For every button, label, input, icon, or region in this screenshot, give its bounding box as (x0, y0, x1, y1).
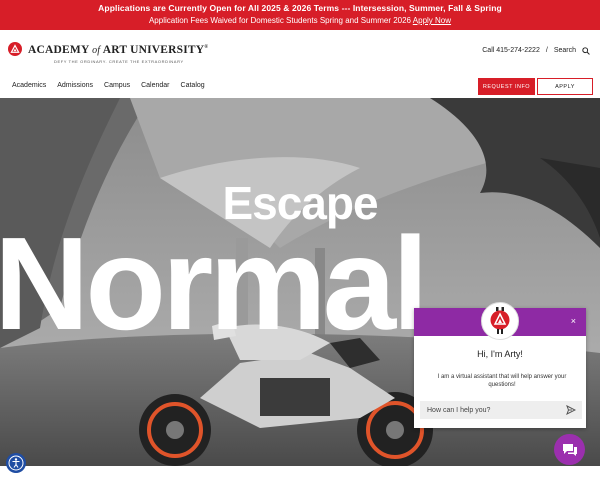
chat-message: I am a virtual assistant that will help … (437, 374, 567, 388)
logo[interactable]: ACADEMY of ART UNIVERSITY® DEFY THE ORDI… (8, 41, 208, 64)
accessibility-button[interactable] (6, 453, 26, 473)
announcement-subline: Application Fees Waived for Domestic Stu… (0, 16, 600, 25)
announcement-subline-text: Application Fees Waived for Domestic Stu… (148, 16, 412, 25)
phone-link[interactable]: Call 415-274-2222 (482, 47, 540, 57)
nav-admissions[interactable]: Admissions (57, 82, 93, 89)
send-icon[interactable] (566, 404, 577, 417)
request-info-button[interactable]: REQUEST INFO (478, 78, 535, 95)
site-header: ACADEMY of ART UNIVERSITY® DEFY THE ORDI… (0, 30, 600, 76)
chat-input[interactable]: How can I help you? (420, 401, 582, 419)
chat-input-placeholder: How can I help you? (427, 406, 491, 414)
chat-avatar (481, 302, 519, 340)
nav-academics[interactable]: Academics (12, 82, 46, 89)
logo-wordmark: ACADEMY of ART UNIVERSITY® (28, 43, 209, 56)
search-icon[interactable] (582, 47, 590, 57)
nav-calendar[interactable]: Calendar (141, 82, 169, 89)
logo-tagline: DEFY THE ORDINARY. CREATE THE EXTRAORDIN… (54, 58, 184, 64)
search-link[interactable]: Search (554, 47, 576, 57)
nav-campus[interactable]: Campus (104, 82, 130, 89)
apply-now-link[interactable]: Apply Now (413, 16, 451, 25)
nav-catalog[interactable]: Catalog (181, 82, 205, 89)
accessibility-icon (8, 455, 24, 471)
chat-launcher-button[interactable] (554, 434, 585, 465)
main-nav: Academics Admissions Campus Calendar Cat… (0, 76, 600, 98)
logo-mark-icon (8, 42, 22, 56)
utility-links: Call 415-274-2222 / Search (482, 47, 590, 57)
arty-mascot-icon (490, 307, 510, 334)
utility-separator: / (545, 47, 548, 54)
announcement-bar: Applications are Currently Open for All … (0, 0, 600, 30)
chat-widget: × Hi, I'm Arty! I am a virtual assistant… (414, 302, 586, 428)
page: Applications are Currently Open for All … (0, 0, 600, 480)
announcement-headline: Applications are Currently Open for All … (98, 3, 502, 13)
close-icon[interactable]: × (571, 317, 576, 326)
chat-bubble-icon (562, 443, 577, 456)
chat-greeting: Hi, I'm Arty! (477, 349, 523, 359)
hero-headline-big: Normal (0, 210, 429, 357)
apply-button[interactable]: APPLY (537, 78, 593, 95)
